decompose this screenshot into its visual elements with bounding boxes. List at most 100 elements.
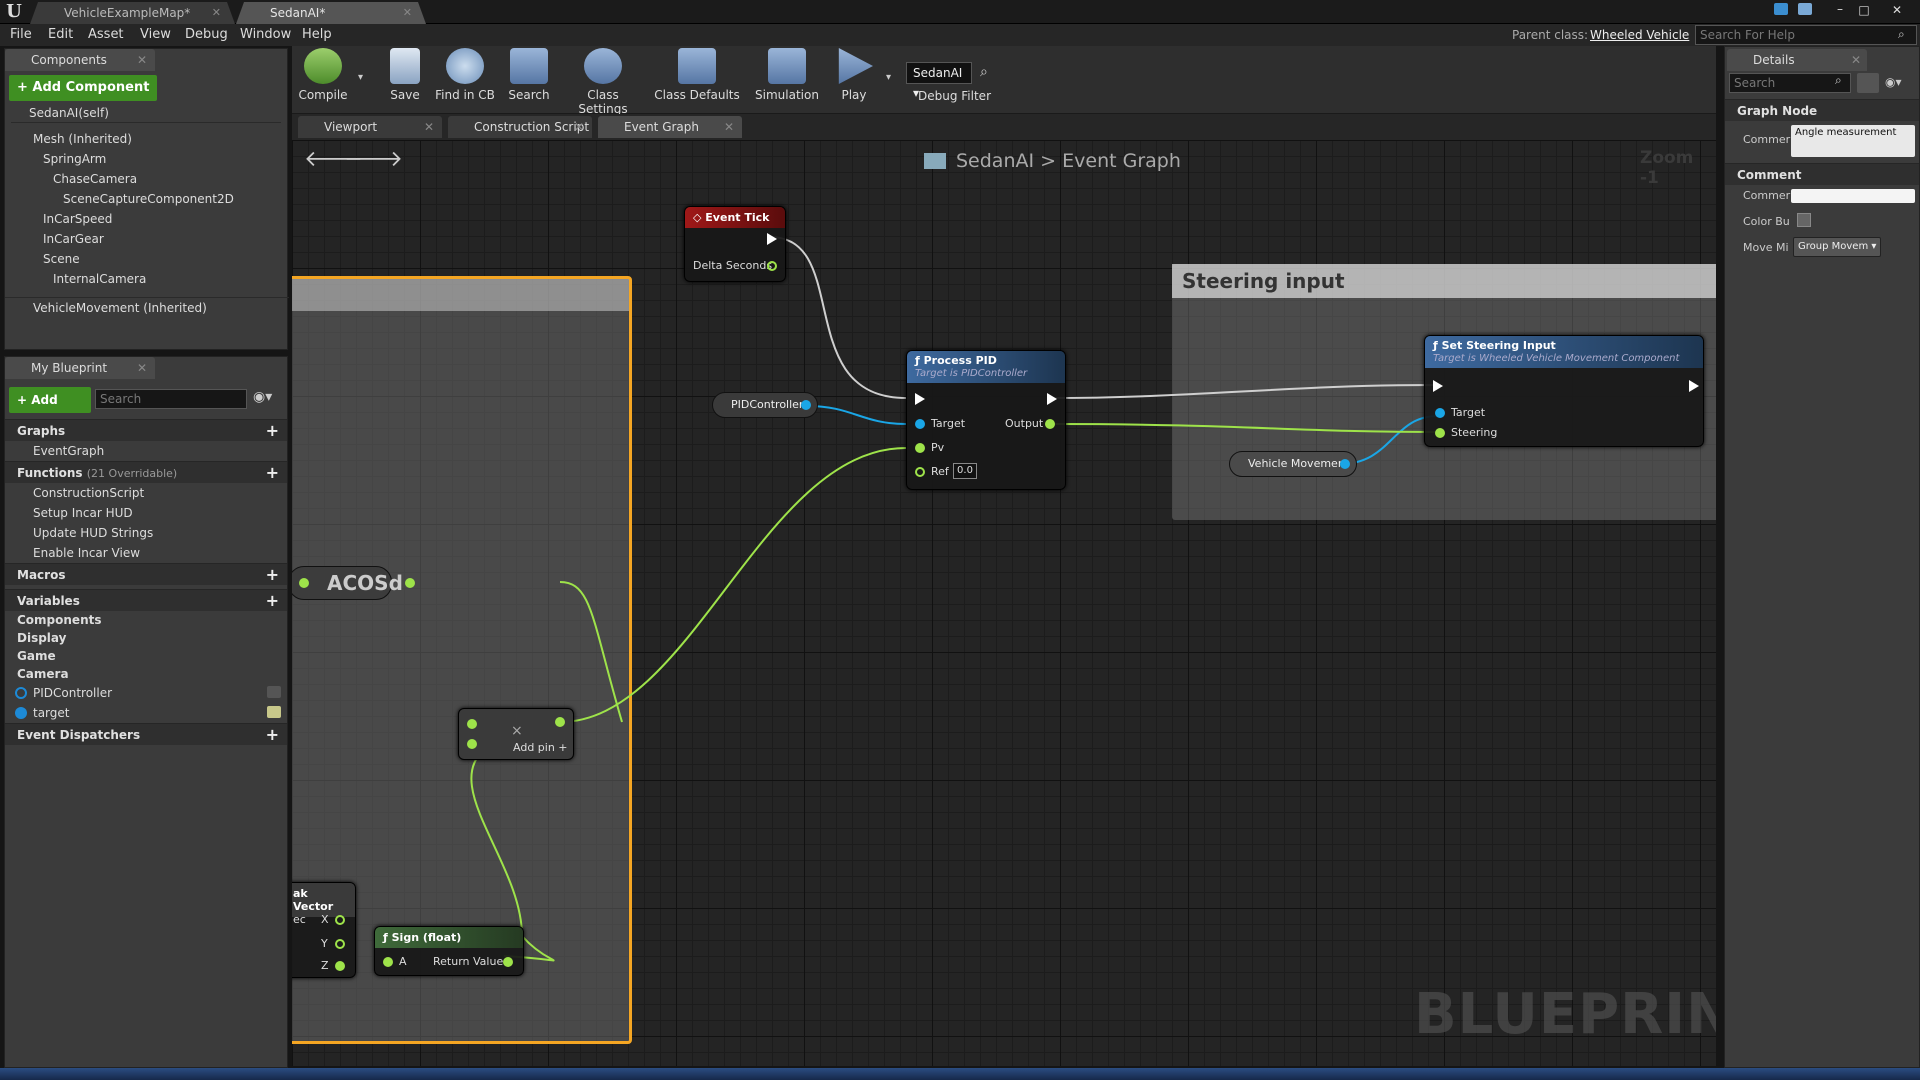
exec-in-pin[interactable] bbox=[1433, 380, 1443, 392]
multiply-in-a-pin[interactable] bbox=[467, 719, 477, 729]
graph-node-header[interactable]: Graph Node bbox=[1725, 99, 1919, 121]
close-window-icon[interactable]: ✕ bbox=[1886, 0, 1908, 20]
sign-node[interactable]: ƒ Sign (float) A Return Value bbox=[374, 926, 524, 976]
visibility-icon[interactable] bbox=[267, 706, 281, 718]
steering-pin[interactable] bbox=[1435, 428, 1445, 438]
tree-item[interactable]: InCarGear bbox=[5, 229, 289, 249]
visibility-icon[interactable] bbox=[267, 686, 281, 698]
class-defaults-button[interactable]: Class Defaults bbox=[654, 48, 740, 110]
graph-item[interactable]: EventGraph bbox=[5, 441, 287, 461]
add-function-icon[interactable]: + bbox=[266, 462, 279, 484]
delta-seconds-pin[interactable] bbox=[767, 261, 777, 271]
acosd-in-pin[interactable] bbox=[299, 578, 309, 588]
close-icon[interactable]: ✕ bbox=[424, 116, 434, 138]
eye-icon[interactable]: ◉▾ bbox=[253, 389, 272, 405]
event-tick-node[interactable]: ◇ Event Tick Delta Seconds bbox=[684, 206, 786, 282]
class-settings-button[interactable]: Class Settings bbox=[562, 48, 644, 116]
function-item[interactable]: Enable Incar View bbox=[5, 543, 287, 563]
maximize-icon[interactable]: □ bbox=[1854, 0, 1874, 20]
comment-header[interactable]: Comment bbox=[1725, 163, 1919, 185]
target-pin[interactable] bbox=[915, 419, 925, 429]
close-icon[interactable]: ✕ bbox=[724, 116, 734, 138]
window-tab-sedanai[interactable]: SedanAI* ✕ bbox=[236, 2, 426, 24]
close-icon[interactable]: ✕ bbox=[403, 2, 412, 24]
process-pid-node[interactable]: ƒ Process PID Target is PIDController Ta… bbox=[906, 350, 1066, 490]
comment-value-input[interactable]: Angle measurement bbox=[1791, 125, 1915, 157]
pv-pin[interactable] bbox=[915, 443, 925, 453]
tab-event-graph[interactable]: Event Graph ✕ bbox=[598, 116, 742, 138]
function-item[interactable]: ConstructionScript bbox=[5, 483, 287, 503]
vehicle-movement-out-pin[interactable] bbox=[1340, 459, 1350, 469]
debug-object-select[interactable]: SedanAI ▾ bbox=[906, 62, 972, 100]
details-tab[interactable]: Details ✕ bbox=[1727, 49, 1867, 71]
target-pin[interactable] bbox=[1435, 408, 1445, 418]
details-search-input[interactable]: Search bbox=[1729, 73, 1851, 93]
tree-item[interactable]: Scene bbox=[5, 249, 289, 269]
property-matrix-icon[interactable] bbox=[1857, 73, 1879, 93]
multiply-node[interactable]: × Add pin + bbox=[458, 708, 574, 760]
ref-value-input[interactable]: 0.0 bbox=[953, 463, 977, 479]
color-bubble-checkbox[interactable] bbox=[1797, 213, 1811, 227]
news-icon[interactable] bbox=[1798, 3, 1812, 15]
menu-debug[interactable]: Debug bbox=[185, 24, 228, 46]
play-button[interactable]: Play bbox=[830, 48, 878, 110]
add-graph-icon[interactable]: + bbox=[266, 420, 279, 442]
debug-search-icon[interactable]: ⌕ bbox=[980, 64, 988, 80]
components-tab[interactable]: Components ✕ bbox=[5, 49, 155, 71]
tab-construction-script[interactable]: Construction Script ✕ bbox=[448, 116, 592, 138]
tree-item[interactable]: VehicleMovement (Inherited) bbox=[5, 297, 289, 317]
functions-header[interactable]: Functions (21 Overridable) + bbox=[5, 461, 287, 483]
multiply-in-b-pin[interactable] bbox=[467, 739, 477, 749]
feedback-icon[interactable] bbox=[1774, 3, 1788, 15]
simulation-button[interactable]: Simulation bbox=[752, 48, 822, 110]
pidcontroller-out-pin[interactable] bbox=[801, 400, 811, 410]
break-vector-node[interactable]: ak Vector ec X Y Z bbox=[292, 882, 356, 978]
exec-out-pin[interactable] bbox=[767, 233, 777, 245]
tab-viewport[interactable]: Viewport ✕ bbox=[298, 116, 442, 138]
z-pin[interactable] bbox=[335, 961, 345, 971]
function-item[interactable]: Update HUD Strings bbox=[5, 523, 287, 543]
window-tab-map[interactable]: VehicleExampleMap* ✕ bbox=[30, 2, 235, 24]
function-item[interactable]: Setup Incar HUD bbox=[5, 503, 287, 523]
self-item[interactable]: SedanAI(self) bbox=[11, 103, 281, 123]
parent-class-link[interactable]: Wheeled Vehicle bbox=[1590, 28, 1689, 42]
tree-item[interactable]: Mesh (Inherited) bbox=[5, 129, 289, 149]
multiply-out-pin[interactable] bbox=[555, 717, 565, 727]
add-component-button[interactable]: + Add Component bbox=[9, 75, 157, 101]
event-dispatchers-header[interactable]: Event Dispatchers + bbox=[5, 723, 287, 745]
tree-item[interactable]: InCarSpeed bbox=[5, 209, 289, 229]
variable-group[interactable]: Camera bbox=[5, 665, 287, 683]
acosd-out-pin[interactable] bbox=[405, 578, 415, 588]
menu-help[interactable]: Help bbox=[302, 24, 332, 46]
variable-group[interactable]: Components bbox=[5, 611, 287, 629]
close-icon[interactable]: ✕ bbox=[1851, 49, 1861, 71]
close-icon[interactable]: ✕ bbox=[137, 49, 147, 71]
acosd-node[interactable]: ACOSd bbox=[292, 566, 415, 600]
vehicle-movement-variable-node[interactable]: Vehicle Movement bbox=[1229, 451, 1357, 477]
search-button[interactable]: Search bbox=[504, 48, 554, 110]
tree-item[interactable]: InternalCamera bbox=[5, 269, 289, 289]
y-pin[interactable] bbox=[335, 939, 345, 949]
close-icon[interactable]: ✕ bbox=[212, 2, 221, 24]
my-blueprint-tab[interactable]: My Blueprint ✕ bbox=[5, 357, 155, 379]
x-pin[interactable] bbox=[335, 915, 345, 925]
minimize-icon[interactable]: – bbox=[1830, 0, 1850, 20]
add-new-button[interactable]: + Add New bbox=[9, 387, 91, 433]
exec-out-pin[interactable] bbox=[1689, 380, 1699, 392]
menu-edit[interactable]: Edit bbox=[48, 24, 73, 46]
add-macro-icon[interactable]: + bbox=[266, 564, 279, 586]
tree-item[interactable]: ChaseCamera bbox=[5, 169, 289, 189]
menu-window[interactable]: Window bbox=[240, 24, 291, 46]
find-in-cb-button[interactable]: Find in CB bbox=[434, 48, 496, 110]
play-options-chevron-icon[interactable]: ▾ bbox=[886, 72, 891, 83]
ref-pin[interactable] bbox=[915, 467, 925, 477]
variable-item[interactable]: PIDController bbox=[5, 683, 287, 703]
exec-in-pin[interactable] bbox=[915, 393, 925, 405]
menu-view[interactable]: View bbox=[140, 24, 171, 46]
sign-in-pin[interactable] bbox=[383, 957, 393, 967]
compile-options-chevron-icon[interactable]: ▾ bbox=[358, 72, 363, 83]
add-pin-button[interactable]: Add pin + bbox=[513, 741, 568, 754]
set-steering-input-node[interactable]: ƒ Set Steering Input Target is Wheeled V… bbox=[1424, 335, 1704, 447]
close-icon[interactable]: ✕ bbox=[137, 357, 147, 379]
variable-group[interactable]: Display bbox=[5, 629, 287, 647]
